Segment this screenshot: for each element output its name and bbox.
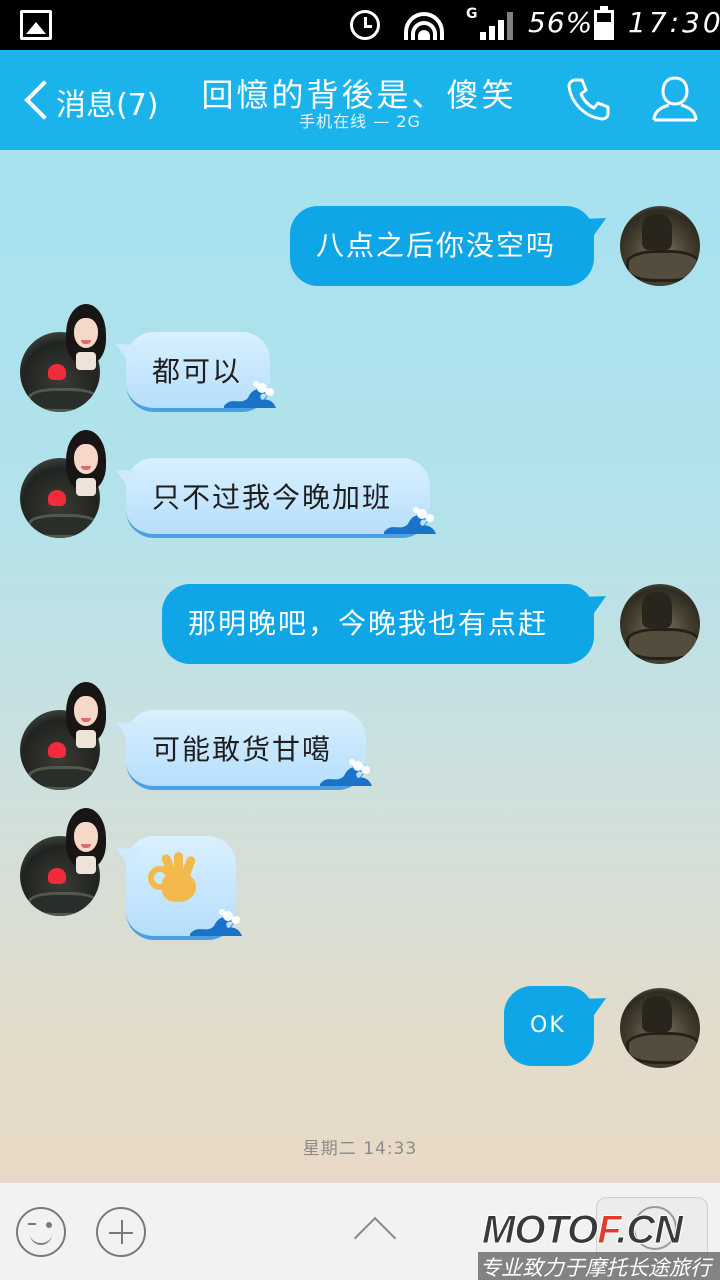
contact-avatar-pendant [64, 430, 108, 496]
status-bar: G 56% 17:30 [0, 0, 720, 50]
message-timestamp: 星期二 14:33 [302, 1139, 418, 1159]
battery-icon [594, 6, 614, 40]
contact-avatar-pendant [64, 808, 108, 874]
plus-icon[interactable] [96, 1207, 146, 1257]
ok-hand-emoji-icon [146, 852, 200, 902]
contact-profile-icon[interactable] [650, 74, 700, 124]
gallery-notification-icon [20, 10, 52, 40]
alarm-icon [350, 10, 380, 40]
message-text: 只不过我今晚加班 [152, 481, 393, 514]
emoji-icon[interactable] [16, 1207, 66, 1257]
my-avatar[interactable] [620, 206, 700, 286]
wifi-icon [404, 10, 444, 40]
wave-decoration-icon [384, 507, 436, 534]
wave-decoration-icon [190, 909, 242, 936]
signal-strength-icon [480, 12, 514, 40]
outgoing-message-bubble[interactable]: 那明晚吧，今晚我也有点赶 [162, 584, 594, 664]
message-text: OK [530, 1013, 566, 1038]
wave-decoration-icon [224, 381, 276, 408]
outgoing-message-bubble[interactable]: 八点之后你没空吗 [290, 206, 594, 286]
contact-avatar-pendant [64, 682, 108, 748]
message-text: 可能敢货甘噶 [152, 733, 333, 766]
incoming-message-bubble[interactable]: 可能敢货甘噶 [126, 710, 372, 790]
network-type-label: G [466, 6, 478, 22]
contact-online-status: 手机在线 — 2G [299, 112, 421, 131]
watermark: MOTOF.CN 专业致力于摩托长途旅行 [478, 1208, 720, 1280]
incoming-message-bubble[interactable] [126, 836, 242, 940]
message-text: 八点之后你没空吗 [316, 229, 557, 262]
phone-call-icon[interactable] [566, 76, 612, 122]
status-clock: 17:30 [628, 6, 720, 39]
wave-decoration-icon [320, 759, 372, 786]
watermark-tagline: 专业致力于摩托长途旅行 [478, 1252, 720, 1280]
message-text: 那明晚吧，今晚我也有点赶 [188, 607, 549, 640]
incoming-message-bubble[interactable]: 都可以 [126, 332, 276, 412]
battery-percentage: 56% [528, 6, 594, 39]
watermark-brand: MOTOF.CN [481, 1208, 683, 1253]
outgoing-message-bubble[interactable]: OK [504, 986, 594, 1066]
chat-header: 消息(7) 回憶的背後是、傻笑 手机在线 — 2G [0, 50, 720, 150]
contact-avatar-pendant [64, 304, 108, 370]
chat-message-list[interactable]: 八点之后你没空吗 都可以 只不过我今晚加班 那明晚吧，今晚我也有点赶 可能敢货甘… [0, 150, 720, 1182]
my-avatar[interactable] [620, 584, 700, 664]
chevron-up-icon[interactable] [344, 1217, 404, 1247]
my-avatar[interactable] [620, 988, 700, 1068]
incoming-message-bubble[interactable]: 只不过我今晚加班 [126, 458, 436, 538]
